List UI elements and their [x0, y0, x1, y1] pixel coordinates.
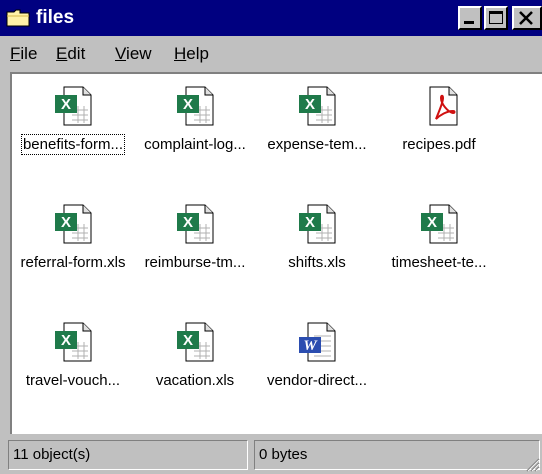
file-label: complaint-log... — [144, 136, 246, 153]
svg-text:X: X — [427, 214, 437, 231]
svg-text:X: X — [305, 96, 315, 113]
file-label: recipes.pdf — [402, 136, 476, 153]
menu-view[interactable]: View — [115, 44, 152, 64]
explorer-window: files File Edit View Help X benefits-for… — [0, 0, 542, 474]
excel-file-icon: X — [176, 322, 214, 362]
excel-file-icon: X — [54, 322, 92, 362]
excel-file-icon: X — [420, 204, 458, 244]
file-label: travel-vouch... — [25, 372, 121, 389]
excel-file-icon: X — [298, 204, 336, 244]
status-object-count: 11 object(s) — [8, 440, 248, 470]
file-item[interactable]: Xreferral-form.xls — [12, 196, 134, 306]
status-size: 0 bytes — [254, 440, 540, 470]
excel-file-icon: X — [176, 86, 214, 126]
menu-help[interactable]: Help — [174, 44, 209, 64]
excel-file-icon: X — [54, 204, 92, 244]
file-item[interactable]: Xshifts.xls — [256, 196, 378, 306]
file-item[interactable]: recipes.pdf — [378, 78, 500, 188]
svg-text:X: X — [183, 332, 193, 349]
folder-icon — [6, 9, 30, 27]
file-label: timesheet-te... — [391, 254, 487, 271]
file-item[interactable]: Xreimburse-tm... — [134, 196, 256, 306]
menu-edit[interactable]: Edit — [56, 44, 85, 64]
file-item[interactable]: Xtimesheet-te... — [378, 196, 500, 306]
window-title: files — [36, 7, 75, 28]
svg-text:X: X — [305, 214, 315, 231]
svg-text:X: X — [183, 214, 193, 231]
menu-bar: File Edit View Help — [0, 36, 542, 70]
svg-text:W: W — [303, 338, 318, 354]
svg-text:X: X — [183, 96, 193, 113]
close-button[interactable] — [512, 6, 542, 30]
word-file-icon: W — [298, 322, 336, 362]
svg-text:X: X — [61, 214, 71, 231]
file-label: benefits-form... — [20, 134, 126, 155]
file-label: vacation.xls — [155, 372, 235, 389]
maximize-icon — [489, 11, 503, 24]
file-item[interactable]: Xexpense-tem... — [256, 78, 378, 188]
title-bar[interactable]: files — [0, 0, 542, 36]
minimize-button[interactable] — [458, 6, 482, 30]
file-item[interactable]: Xvacation.xls — [134, 314, 256, 424]
file-item[interactable]: Xcomplaint-log... — [134, 78, 256, 188]
svg-text:X: X — [61, 332, 71, 349]
file-label: shifts.xls — [288, 254, 346, 271]
file-label: referral-form.xls — [20, 254, 126, 271]
minimize-icon — [464, 21, 474, 24]
maximize-button[interactable] — [484, 6, 508, 30]
file-item[interactable]: Wvendor-direct... — [256, 314, 378, 424]
status-bar: 11 object(s) 0 bytes — [0, 436, 542, 474]
excel-file-icon: X — [298, 86, 336, 126]
excel-file-icon: X — [54, 86, 92, 126]
menu-file[interactable]: File — [10, 44, 37, 64]
svg-text:X: X — [61, 96, 71, 113]
file-label: expense-tem... — [267, 136, 367, 153]
excel-file-icon: X — [176, 204, 214, 244]
pdf-file-icon — [420, 86, 458, 126]
file-list-pane[interactable]: Xbenefits-form... Xcomplaint-log... Xexp… — [10, 72, 542, 434]
file-label: reimburse-tm... — [144, 254, 246, 271]
resize-grip-icon[interactable] — [524, 456, 540, 472]
file-label: vendor-direct... — [266, 372, 368, 389]
file-item[interactable]: Xtravel-vouch... — [12, 314, 134, 424]
file-item[interactable]: Xbenefits-form... — [12, 78, 134, 188]
close-icon — [519, 11, 533, 25]
